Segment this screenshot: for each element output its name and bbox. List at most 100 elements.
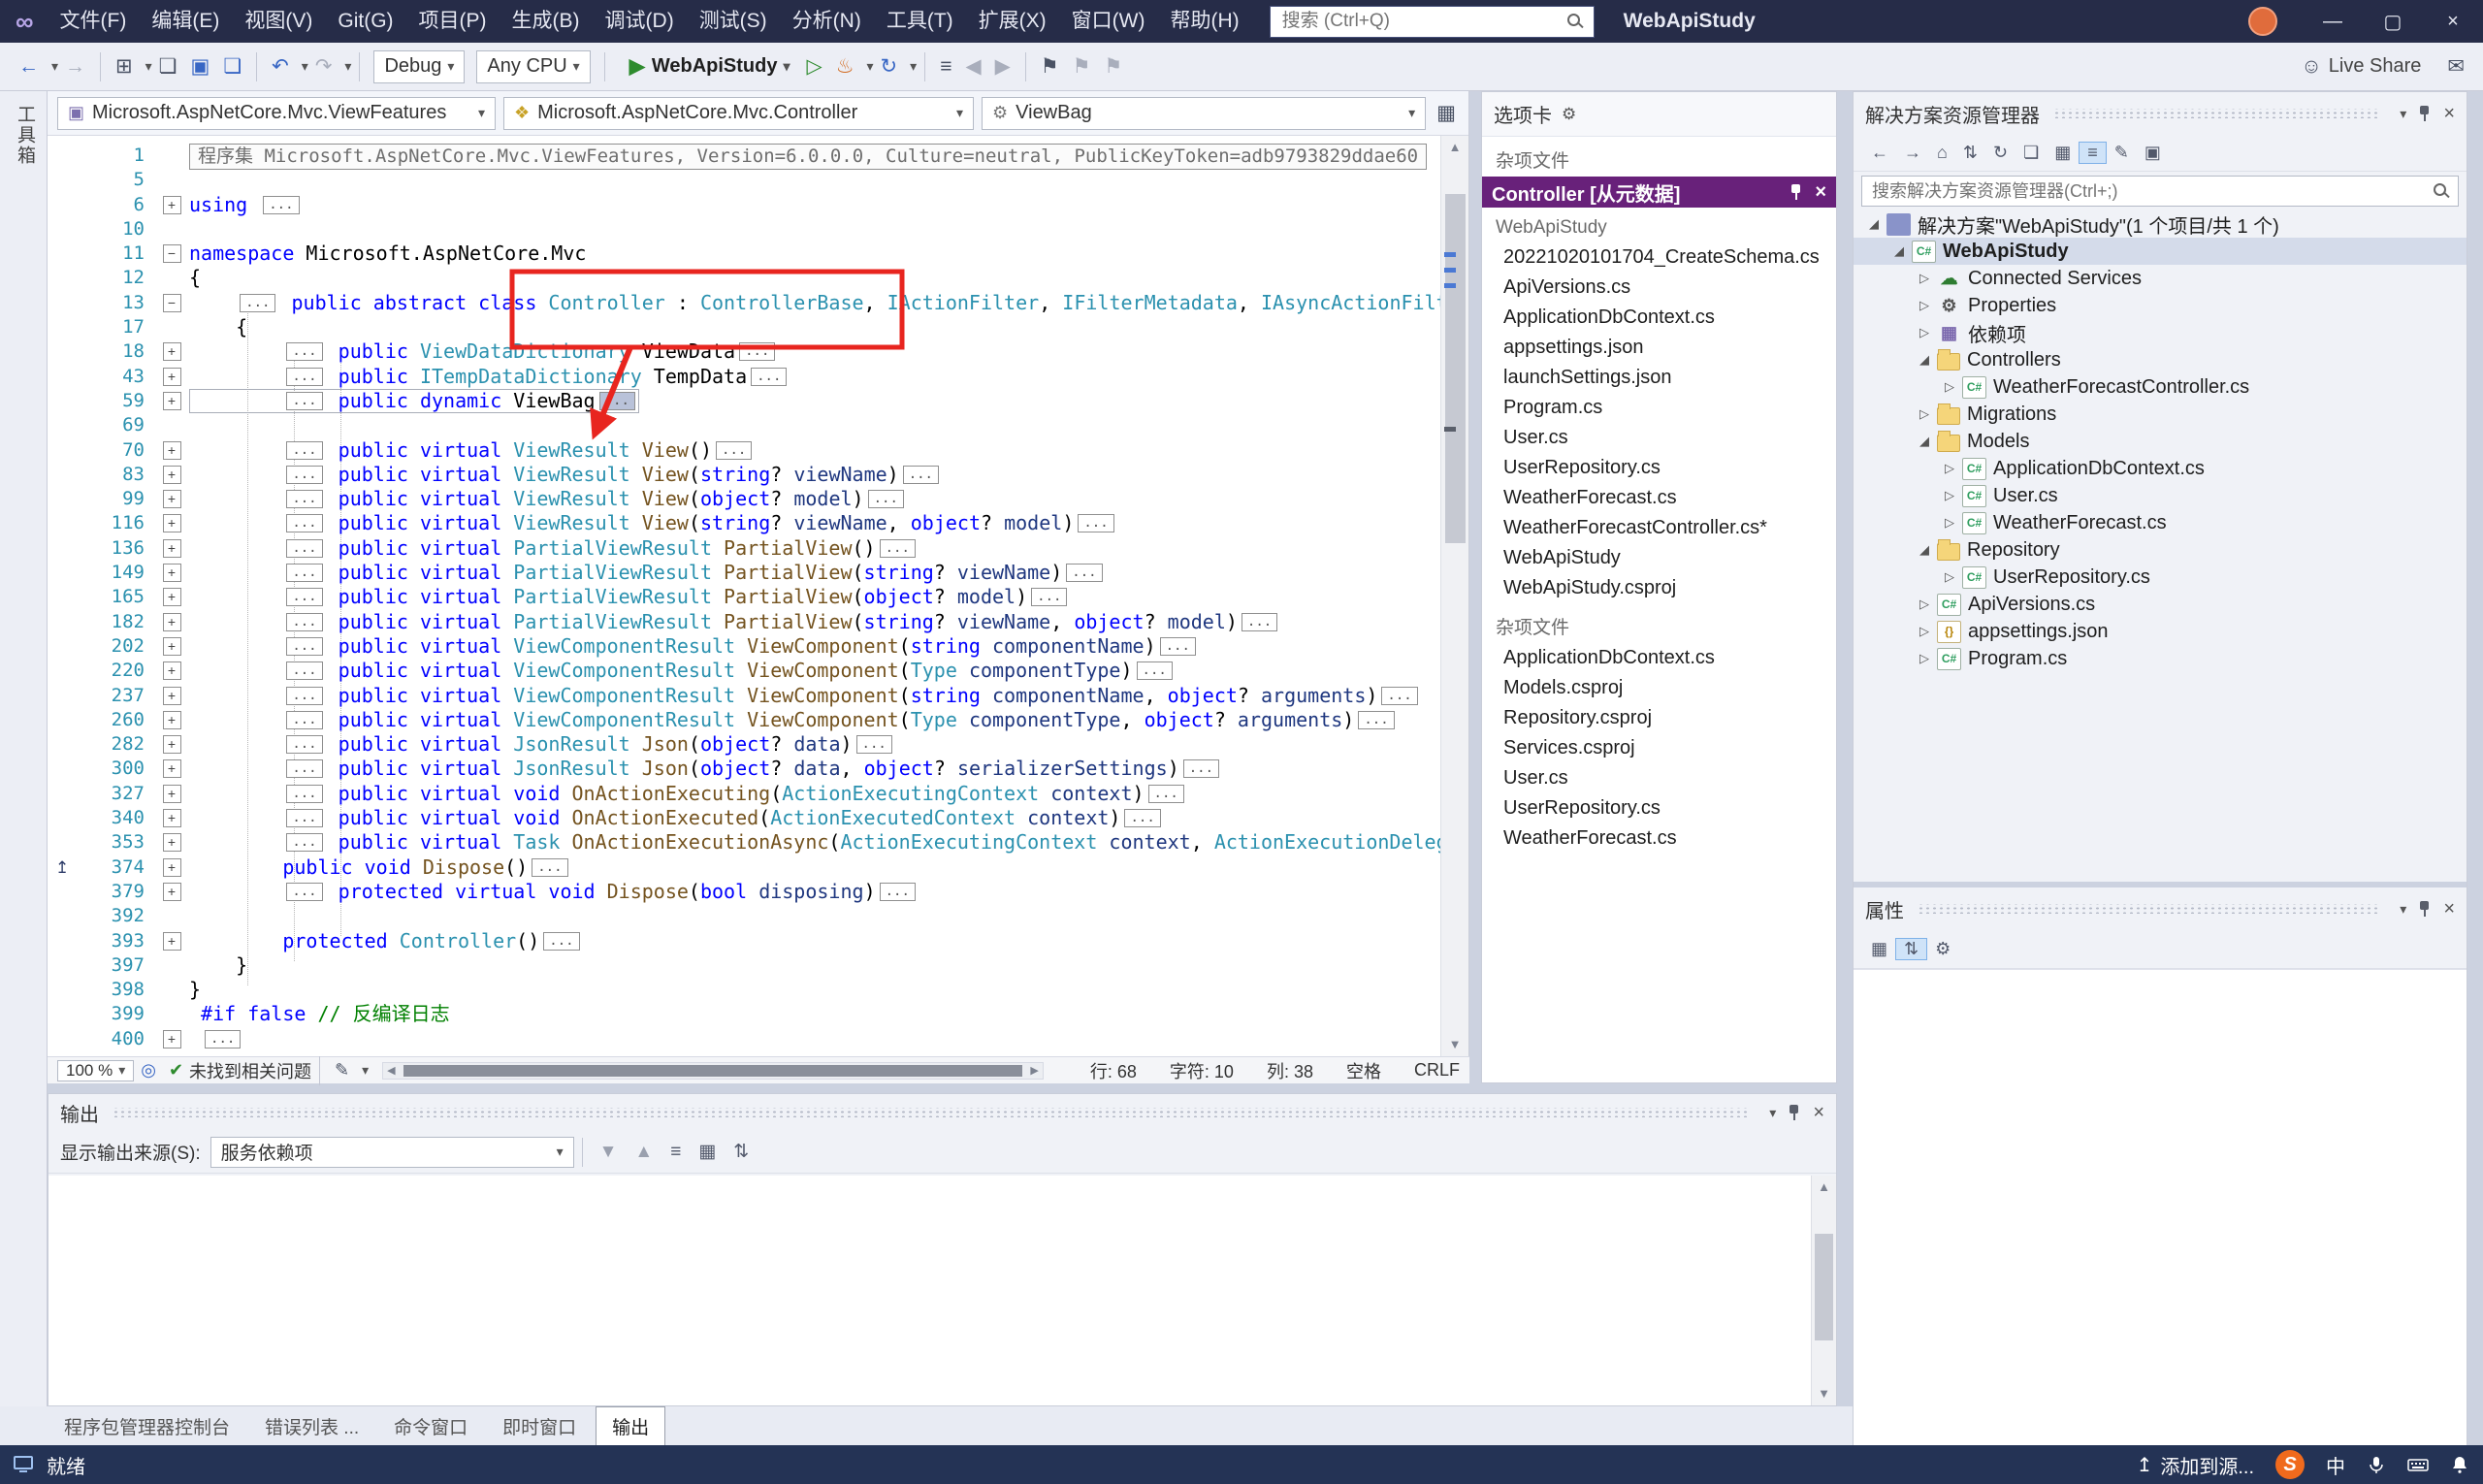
collapsed-region-box[interactable]: ... <box>286 490 323 509</box>
prev-bookmark-button[interactable]: ⚑ <box>1066 54 1098 79</box>
project-dropdown[interactable]: ▣ Microsoft.AspNetCore.Mvc.ViewFeatures … <box>57 96 496 130</box>
word-wrap-icon[interactable]: ⇅ <box>725 1141 758 1163</box>
scroll-up-icon[interactable]: ▲ <box>1812 1176 1836 1199</box>
collapsed-region-box[interactable]: ... <box>240 293 276 312</box>
account-avatar[interactable] <box>2248 7 2277 36</box>
expand-icon[interactable]: ▷ <box>1914 271 1935 286</box>
collapsed-region-box[interactable]: ... <box>855 735 892 755</box>
breakpoint-gutter[interactable] <box>48 1027 86 1051</box>
breakpoint-gutter[interactable] <box>48 242 86 266</box>
tree-item[interactable]: ▷ C# WeatherForecast.cs <box>1854 509 2467 536</box>
tree-item[interactable]: ▷ ☁ Connected Services <box>1854 265 2467 292</box>
collapsed-region-box[interactable]: ... <box>879 882 916 901</box>
fold-margin[interactable]: + <box>154 929 189 953</box>
member-dropdown[interactable]: ⚙ ViewBag ▾ <box>982 96 1427 130</box>
document-list-item[interactable]: appsettings.json <box>1482 333 1836 363</box>
collapsed-region-box[interactable]: ... <box>286 367 323 386</box>
collapsed-region-box[interactable]: ... <box>598 391 635 410</box>
collapse-icon[interactable]: ◢ <box>1888 243 1910 259</box>
collapsed-region-box[interactable]: ... <box>205 1029 242 1048</box>
tree-item[interactable]: ▷ ⚙ Properties <box>1854 292 2467 319</box>
breakpoint-gutter[interactable] <box>48 806 86 830</box>
tool-tab-3[interactable]: 即时窗口 <box>487 1407 592 1445</box>
fold-toggle-icon[interactable]: + <box>162 588 181 607</box>
tree-item[interactable]: ◢ 解决方案"WebApiStudy"(1 个项目/共 1 个) <box>1854 210 2467 238</box>
active-document-tab[interactable]: Controller [从元数据] × <box>1482 177 1836 208</box>
menu-item-5[interactable]: 生成(B) <box>500 0 593 43</box>
redo-chevron-icon[interactable]: ▾ <box>344 58 351 75</box>
expand-icon[interactable]: ▷ <box>1939 461 1960 476</box>
indent-increase-button[interactable]: ▶ <box>988 54 1017 79</box>
tree-item[interactable]: ◢ Controllers <box>1854 346 2467 373</box>
collapsed-region-box[interactable]: ... <box>1182 759 1220 779</box>
fold-margin[interactable]: + <box>154 830 189 855</box>
editor-horizontal-scrollbar[interactable]: ◀ ▶ <box>382 1061 1044 1080</box>
collapsed-region-box[interactable]: ... <box>286 538 323 558</box>
close-icon[interactable]: × <box>1813 1102 1824 1124</box>
back-icon[interactable]: ← <box>1863 143 1896 163</box>
tree-item[interactable]: ▷ C# WeatherForecastController.cs <box>1854 373 2467 401</box>
fold-margin[interactable]: + <box>154 732 189 757</box>
collapsed-region-box[interactable]: ... <box>867 490 904 509</box>
drag-grip[interactable] <box>1918 904 2381 914</box>
expand-icon[interactable]: ▷ <box>1939 569 1960 585</box>
output-content[interactable]: ▲ ▼ <box>48 1176 1836 1405</box>
minimize-button[interactable]: — <box>2303 0 2363 43</box>
pin-icon[interactable] <box>2418 105 2432 122</box>
fold-toggle-icon[interactable]: + <box>162 833 181 853</box>
collapsed-region-box[interactable]: ... <box>286 784 323 803</box>
collapsed-region-box[interactable]: ... <box>739 342 776 362</box>
tool-tab-4[interactable]: 输出 <box>596 1406 666 1445</box>
fold-margin[interactable]: + <box>154 365 189 389</box>
fold-toggle-icon[interactable]: + <box>162 759 181 779</box>
tree-item[interactable]: ◢ Models <box>1854 428 2467 455</box>
solution-explorer-header[interactable]: 解决方案资源管理器 ▾ × <box>1854 92 2467 135</box>
breakpoint-gutter[interactable] <box>48 978 86 1002</box>
menu-item-0[interactable]: 文件(F) <box>48 0 140 43</box>
close-icon[interactable]: × <box>2443 103 2455 125</box>
output-vertical-scrollbar[interactable]: ▲ ▼ <box>1811 1176 1836 1405</box>
close-icon[interactable]: × <box>1815 181 1826 204</box>
show-all-files-icon[interactable]: ≡ <box>2079 142 2107 164</box>
editor-vertical-scrollbar[interactable]: ▲ ▼ <box>1440 136 1468 1056</box>
code-cleanup-icon[interactable]: ✎ <box>328 1060 356 1081</box>
document-list-item[interactable]: WeatherForecast.cs <box>1482 823 1836 854</box>
collapsed-region-box[interactable]: ... <box>263 195 300 214</box>
breakpoint-gutter[interactable] <box>48 315 86 339</box>
fold-toggle-icon[interactable]: + <box>162 367 181 386</box>
fold-toggle-icon[interactable]: − <box>162 293 181 312</box>
fold-margin[interactable]: + <box>154 708 189 732</box>
breakpoint-gutter[interactable] <box>48 904 86 928</box>
collapsed-region-box[interactable]: ... <box>286 833 323 853</box>
tree-item[interactable]: ▷ ▦ 依赖项 <box>1854 319 2467 346</box>
document-list-item[interactable]: Services.csproj <box>1482 733 1836 763</box>
find-message-icon[interactable]: ▼ <box>591 1142 627 1163</box>
tree-item[interactable]: ▷ C# UserRepository.cs <box>1854 564 2467 591</box>
fold-margin[interactable]: + <box>154 487 189 511</box>
solution-search-box[interactable] <box>1861 176 2459 207</box>
breakpoint-gutter[interactable] <box>48 193 86 217</box>
collapse-icon[interactable]: ◢ <box>1863 216 1885 232</box>
fold-toggle-icon[interactable]: + <box>162 514 181 533</box>
collapse-icon[interactable]: ◢ <box>1914 434 1935 449</box>
breakpoint-gutter[interactable] <box>48 830 86 855</box>
document-list-item[interactable]: launchSettings.json <box>1482 363 1836 393</box>
breakpoint-gutter[interactable] <box>48 536 86 561</box>
menu-item-12[interactable]: 帮助(H) <box>1157 0 1251 43</box>
fold-margin[interactable]: + <box>154 1027 189 1051</box>
solution-platform-dropdown[interactable]: Any CPU ▾ <box>476 49 591 83</box>
fold-toggle-icon[interactable]: + <box>162 538 181 558</box>
document-list-item[interactable]: User.cs <box>1482 423 1836 453</box>
breakpoint-gutter[interactable] <box>48 168 86 192</box>
issues-status-text[interactable]: 未找到相关问题 <box>189 1058 311 1083</box>
collapsed-region-box[interactable]: ... <box>286 686 323 705</box>
code-cleanup-chevron-icon[interactable]: ▾ <box>362 1062 369 1079</box>
fold-toggle-icon[interactable]: + <box>162 809 181 828</box>
document-list-item[interactable]: 20221020101704_CreateSchema.cs <box>1482 242 1836 273</box>
find-in-files-button[interactable]: ≡ <box>933 55 958 79</box>
menu-item-11[interactable]: 窗口(W) <box>1059 0 1158 43</box>
fold-toggle-icon[interactable]: + <box>162 1029 181 1048</box>
live-share-button[interactable]: ☺ Live Share ✉ <box>2294 54 2471 79</box>
collapsed-region-box[interactable]: ... <box>879 538 916 558</box>
collapsed-region-box[interactable]: ... <box>1124 809 1161 828</box>
